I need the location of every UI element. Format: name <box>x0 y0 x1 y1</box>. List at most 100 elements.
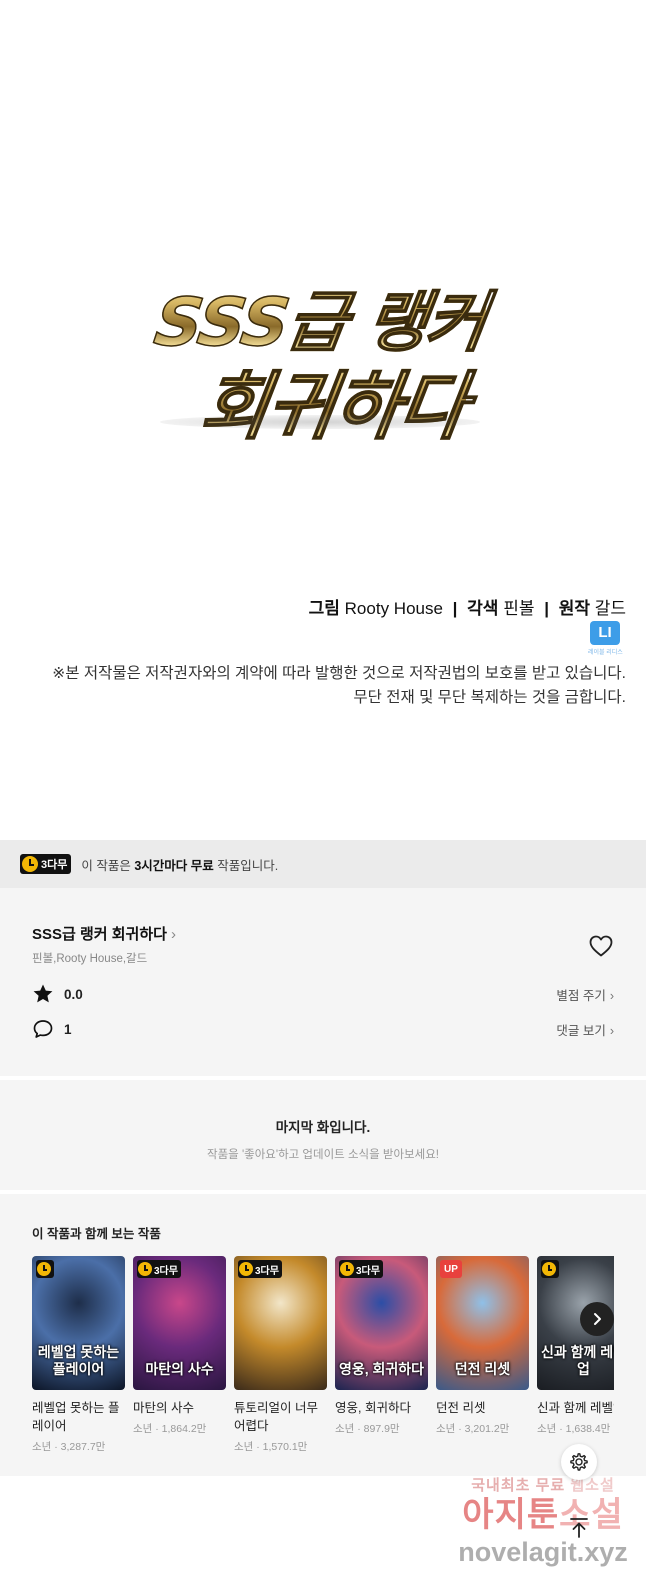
badge-label: UP <box>444 1263 458 1275</box>
free-text-bold: 3시간마다 무료 <box>134 858 214 873</box>
chevron-right-icon: › <box>170 926 176 943</box>
clock-icon <box>22 856 38 872</box>
chevron-right-icon: › <box>609 988 614 1003</box>
update-badge: UP <box>440 1260 462 1278</box>
badge-label: 3다무 <box>356 1265 380 1277</box>
credit-separator: | <box>544 599 549 618</box>
free-text-prefix: 이 작품은 <box>81 858 135 873</box>
wait-free-badge: 3다무 <box>339 1260 383 1278</box>
recommendation-meta: 소년 · 1,864.2만 <box>133 1423 207 1435</box>
recommendations-section: 이 작품과 함께 보는 작품 레벨업 못하는 플레이어 레벨업 못하는 플레이어 소… <box>0 1194 646 1476</box>
series-authors: 핀볼,Rooty House,갈드 <box>32 953 148 965</box>
recommendation-meta: 소년 · 3,201.2만 <box>436 1423 510 1435</box>
arrow-up-icon <box>570 1518 588 1538</box>
recommendation-title: 던전 리셋 <box>436 1401 486 1415</box>
star-icon <box>33 984 53 1003</box>
wait-free-badge <box>541 1260 559 1278</box>
free-text-suffix: 작품입니다. <box>213 858 279 873</box>
series-logo-line2: 회귀하다 <box>194 347 473 454</box>
publisher-logo-caption: 레이블 리디스 <box>588 650 623 656</box>
recommendation-title: 마탄의 사수 <box>133 1401 194 1415</box>
wait-free-badge-label: 3다무 <box>41 859 68 871</box>
publisher-logo-mark: LI <box>590 621 620 645</box>
scroll-top-button[interactable] <box>561 1510 597 1546</box>
recommendation-meta: 소년 · 1,570.1만 <box>234 1441 308 1453</box>
clock-icon <box>239 1262 253 1276</box>
recommendation-cover: 3다무 <box>234 1256 327 1390</box>
credit-separator: | <box>452 599 458 618</box>
rating-value: 0.0 <box>64 986 83 1002</box>
watermark-line1: 국내최초 무료 웹소설 <box>440 1474 646 1495</box>
watermark-line3: novelagit.xyz <box>458 1537 628 1567</box>
credit-art-label: 그림 <box>308 599 340 618</box>
rate-button-label: 별점 주기 <box>556 988 606 1003</box>
recommendation-title: 레벨업 못하는 플레이어 <box>32 1401 120 1433</box>
recommendation-meta: 소년 · 3,287.7만 <box>32 1441 106 1453</box>
wait-free-badge: 3다무 <box>20 854 72 874</box>
chevron-right-icon: › <box>609 1023 614 1038</box>
comment-row: 1 댓글 보기 › <box>32 1017 614 1041</box>
recommendation-card[interactable]: 레벨업 못하는 플레이어 레벨업 못하는 플레이어 소년 · 3,287.7만 <box>32 1256 125 1454</box>
settings-button[interactable] <box>561 1444 597 1480</box>
recommendation-card[interactable]: 3다무 마탄의 사수 마탄의 사수 소년 · 1,864.2만 <box>133 1256 226 1436</box>
logo-shadow <box>160 415 480 429</box>
series-title-link[interactable]: SSS급 랭커 회귀하다 › <box>32 923 176 944</box>
rating-row: 0.0 별점 주기 › <box>32 982 614 1006</box>
clock-icon <box>340 1262 354 1276</box>
recommendation-cover: 레벨업 못하는 플레이어 <box>32 1256 125 1390</box>
recommendations-heading: 이 작품과 함께 보는 작품 <box>32 1227 161 1241</box>
wait-free-badge: 3다무 <box>238 1260 282 1278</box>
credit-original-name: 갈드 <box>594 599 626 618</box>
publisher-logo: LI 레이블 리디스 <box>588 621 623 657</box>
last-episode-subtitle: 작품을 '좋아요'하고 업데이트 소식을 받아보세요! <box>207 1149 439 1161</box>
carousel-next-button[interactable] <box>580 1302 614 1336</box>
viewer-page: { "comic": { "logo_line1": "SSS급 랭커", "l… <box>0 0 646 1590</box>
clock-icon <box>138 1262 152 1276</box>
watermark-line2: 아지툰소설 <box>440 1495 646 1535</box>
copyright-notice-line2: 무단 전재 및 무단 복제하는 것을 금합니다. <box>353 689 626 706</box>
free-schedule-banner: 3다무 이 작품은 3시간마다 무료 작품입니다. <box>0 840 646 888</box>
cover-title-art: 신과 함께 레벨업 <box>540 1344 614 1377</box>
recommendation-title: 신과 함께 레벨업 <box>537 1401 614 1415</box>
recommendation-card[interactable]: UP 던전 리셋 던전 리셋 소년 · 3,201.2만 <box>436 1256 529 1436</box>
rate-button[interactable]: 별점 주기 › <box>556 985 614 1004</box>
comic-panel: SSS급 랭커 회귀하다 그림 Rooty House | 각색 핀볼 | 원작… <box>0 0 646 840</box>
like-heart-button[interactable] <box>588 934 614 958</box>
cover-title-art: 마탄의 사수 <box>145 1361 214 1377</box>
credit-original-label: 원작 <box>558 599 590 618</box>
credit-adapt-label: 각색 <box>467 599 499 618</box>
credit-adapt-name: 핀볼 <box>503 599 535 618</box>
cover-title-art: 영웅, 회귀하다 <box>338 1361 425 1377</box>
watermark-line2-a: 아지툰 <box>462 1496 560 1534</box>
recommendation-title: 튜토리얼이 너무 어렵다 <box>234 1401 318 1433</box>
recommendation-meta: 소년 · 897.9만 <box>335 1423 400 1435</box>
credit-art-name: Rooty House <box>344 599 443 618</box>
copyright-notice: ※본 저작물은 저작권자와의 계약에 따라 발행한 것으로 저작권법의 보호를 … <box>52 662 626 710</box>
recommendation-cover: 3다무영웅, 회귀하다 <box>335 1256 428 1390</box>
recommendation-card[interactable]: 3다무영웅, 회귀하다 영웅, 회귀하다소년 · 897.9만 <box>335 1256 428 1436</box>
recommendation-cover: UP 던전 리셋 <box>436 1256 529 1390</box>
recommendations-carousel[interactable]: 레벨업 못하는 플레이어 레벨업 못하는 플레이어 소년 · 3,287.7만 3다무… <box>32 1256 614 1466</box>
site-watermark: 국내최초 무료 웹소설 아지툰소설 novelagit.xyz <box>440 1474 646 1590</box>
comment-count: 1 <box>64 1021 72 1037</box>
view-comments-button[interactable]: 댓글 보기 › <box>556 1020 614 1039</box>
recommendation-card[interactable]: 신과 함께 레벨업신과 함께 레벨업소년 · 1,638.4만 <box>537 1256 614 1436</box>
badge-label: 3다무 <box>154 1265 178 1277</box>
speech-bubble-icon <box>33 1020 53 1038</box>
clock-icon <box>37 1262 51 1276</box>
wait-free-badge <box>36 1260 54 1278</box>
chevron-right-icon <box>594 1313 601 1325</box>
watermark-line1-a: 국내최초 무료 <box>471 1477 566 1494</box>
free-schedule-text: 이 작품은 3시간마다 무료 작품입니다. <box>81 855 278 874</box>
last-episode-notice: 마지막 화입니다. 작품을 '좋아요'하고 업데이트 소식을 받아보세요! <box>0 1080 646 1190</box>
series-info-card: SSS급 랭커 회귀하다 › 핀볼,Rooty House,갈드 0.0 별점 주… <box>0 888 646 1076</box>
series-logo: SSS급 랭커 회귀하다 <box>149 265 490 451</box>
last-episode-title: 마지막 화입니다. <box>275 1120 371 1135</box>
credits: 그림 Rooty House | 각색 핀볼 | 원작 갈드 <box>309 594 626 619</box>
cover-title-art: 레벨업 못하는 플레이어 <box>37 1344 120 1377</box>
badge-label: 3다무 <box>255 1265 279 1277</box>
recommendation-meta: 소년 · 1,638.4만 <box>537 1423 611 1435</box>
wait-free-badge: 3다무 <box>137 1260 181 1278</box>
cover-title-art: 던전 리셋 <box>454 1361 511 1377</box>
recommendation-card[interactable]: 3다무튜토리얼이 너무 어렵다소년 · 1,570.1만 <box>234 1256 327 1454</box>
